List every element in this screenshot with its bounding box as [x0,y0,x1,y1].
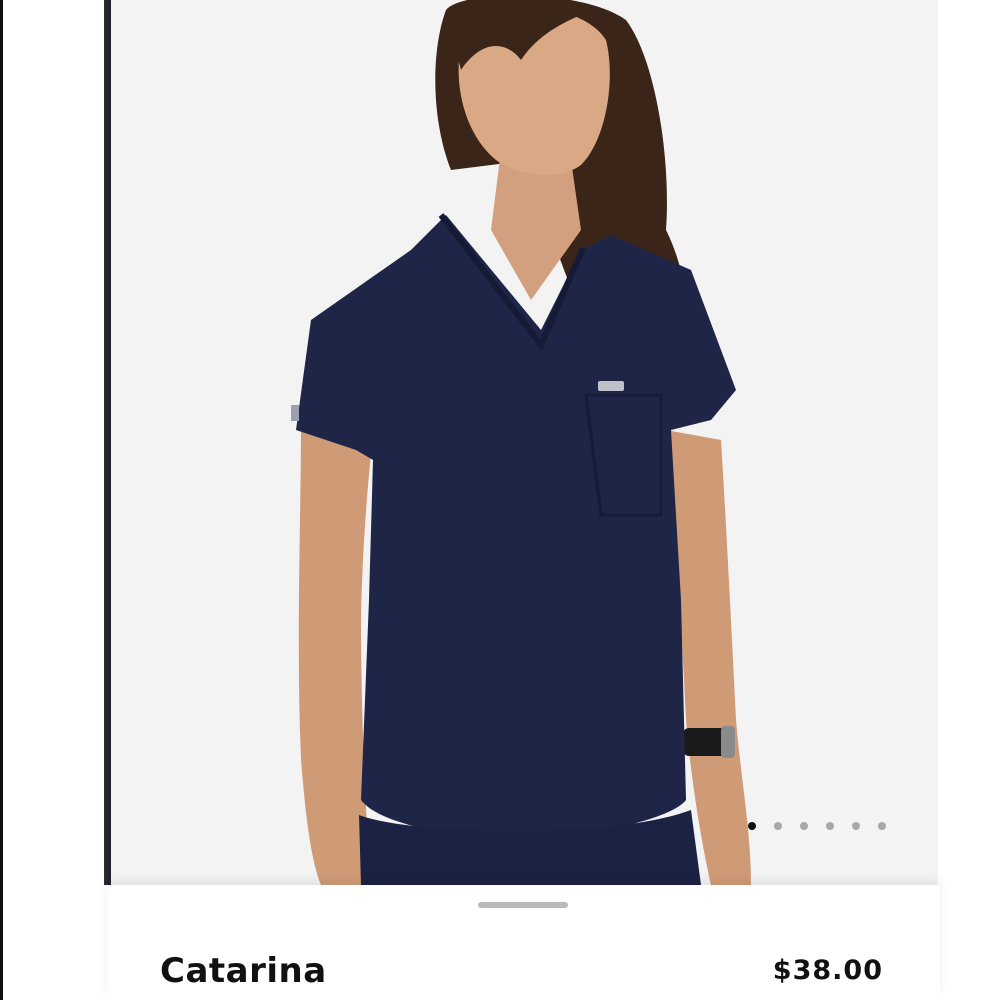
brand-label [598,381,624,391]
product-photo [291,0,751,885]
model-left-arm [298,420,373,885]
sheet-drag-handle[interactable] [478,902,568,908]
sleeve-tab [291,405,299,421]
product-image-carousel[interactable] [111,0,938,885]
screen-edge [0,0,3,1000]
product-name: Catarina [160,951,327,991]
product-details-sheet[interactable]: Catarina $38.00 [107,885,940,1000]
carousel-indicator [748,822,886,830]
carousel-dot-5[interactable] [852,822,860,830]
product-price: $38.00 [772,955,883,986]
carousel-dot-1[interactable] [748,822,756,830]
carousel-dot-4[interactable] [826,822,834,830]
carousel-dot-6[interactable] [878,822,886,830]
carousel-dot-3[interactable] [800,822,808,830]
product-screen: Catarina $38.00 [0,0,1000,1000]
watch-face [721,726,735,758]
carousel-dot-2[interactable] [774,822,782,830]
